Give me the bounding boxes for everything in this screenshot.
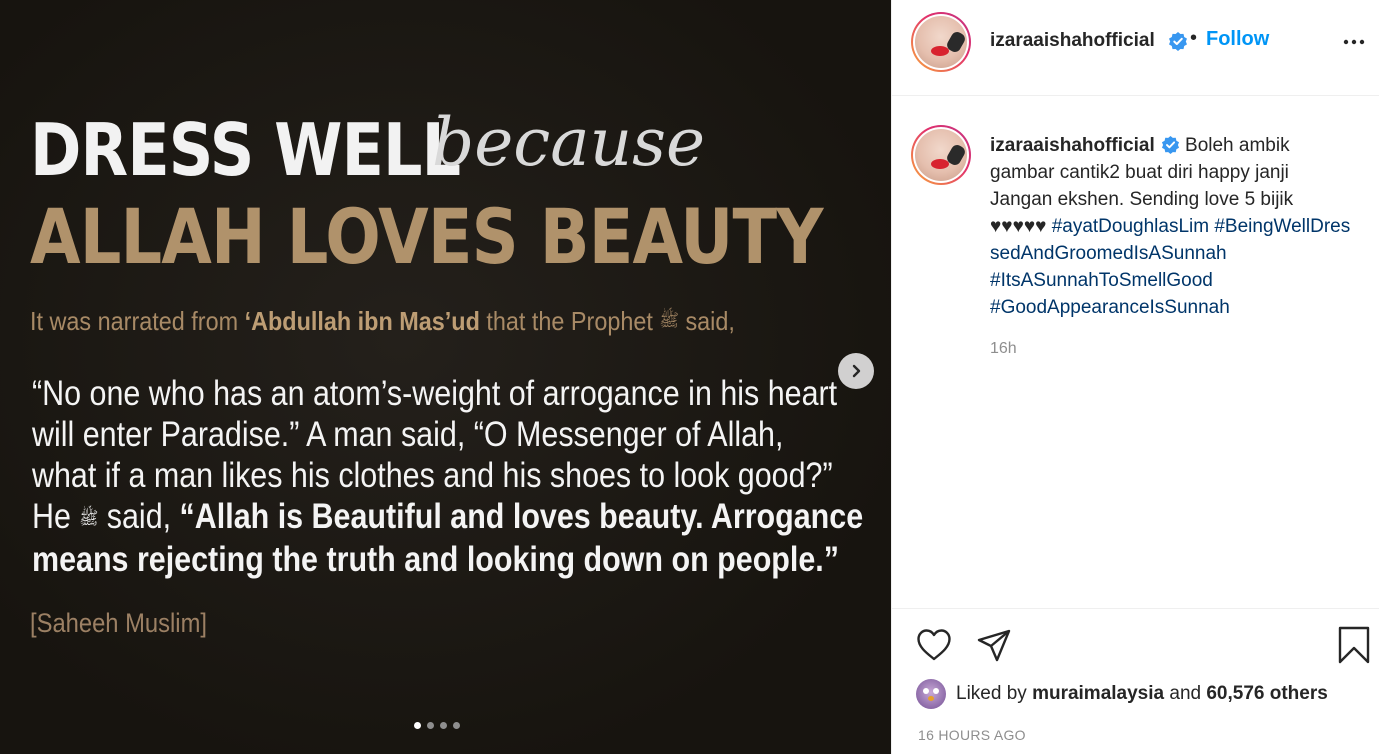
likes-and: and — [1169, 683, 1202, 704]
carousel-dot — [427, 722, 434, 729]
carousel-dot — [414, 722, 421, 729]
post-actions: Liked by muraimalaysia and 60,576 others… — [892, 608, 1379, 754]
liker-avatar[interactable] — [916, 679, 946, 709]
caption-timestamp[interactable]: 16h — [990, 340, 1017, 358]
caption-avatar[interactable] — [911, 125, 971, 185]
narration-pre: It was narrated from — [30, 306, 245, 336]
likes-prefix: Liked by — [956, 683, 1027, 704]
carousel-dot — [453, 722, 460, 729]
header-username[interactable]: izaraaishahofficial — [990, 30, 1155, 52]
quote-line-4: He ﷺ said, “Allah is Beautiful and loves… — [32, 496, 863, 539]
caption-username[interactable]: izaraaishahofficial — [990, 135, 1155, 156]
heart-icon[interactable] — [916, 628, 952, 662]
quote-line-2: will enter Paradise.” A man said, “O Mes… — [32, 415, 784, 454]
verified-badge-icon — [1169, 32, 1187, 51]
hashtag-link[interactable]: #ayatDoughlasLim — [1052, 216, 1209, 237]
narration-name: ‘Abdullah ibn Mas’ud — [244, 306, 480, 336]
quote-line-3: what if a man likes his clothes and his … — [32, 456, 833, 495]
salawat-glyph: ﷺ — [659, 310, 679, 330]
slide-heading-sub: ALLAH LOVES BEAUTY — [30, 192, 824, 281]
likes-summary: Liked by muraimalaysia and 60,576 others — [916, 679, 1328, 709]
carousel-dot — [440, 722, 447, 729]
slide-heading-main: DRESS WELL — [30, 108, 461, 192]
header-avatar[interactable] — [911, 12, 971, 72]
carousel-indicator — [414, 722, 460, 729]
quote-line-4-bold: “Allah is Beautiful and loves beauty. Ar… — [179, 497, 864, 536]
slide-narration: It was narrated from ‘Abdullah ibn Mas’u… — [30, 306, 735, 337]
hashtag-link[interactable]: #GoodAppearanceIsSunnah — [990, 297, 1230, 318]
quote-line-5-bold: means rejecting the truth and looking do… — [32, 540, 839, 579]
next-slide-button[interactable] — [838, 353, 874, 389]
verified-badge-icon — [1161, 135, 1179, 154]
narration-post-b: said, — [678, 306, 735, 336]
next-arrow-icon — [852, 364, 861, 378]
header-separator: • — [1190, 27, 1198, 49]
follow-button[interactable]: Follow — [1206, 28, 1269, 51]
post: DRESS WELL because ALLAH LOVES BEAUTY It… — [0, 0, 1379, 754]
avatar-image — [915, 129, 967, 181]
post-header: izaraaishahofficial • Follow — [892, 0, 1379, 96]
post-media: DRESS WELL because ALLAH LOVES BEAUTY It… — [0, 0, 891, 754]
quote-line-5: means rejecting the truth and looking do… — [32, 539, 839, 580]
likes-others[interactable]: 60,576 others — [1206, 683, 1327, 705]
quote-line-1: “No one who has an atom’s-weight of arro… — [32, 374, 838, 413]
bookmark-icon[interactable] — [1338, 626, 1370, 664]
slide-source: [Saheeh Muslim] — [30, 608, 207, 638]
slide-heading-script: because — [432, 104, 706, 181]
post-side-panel: izaraaishahofficial • Follow izaraaishah… — [891, 0, 1379, 754]
salawat-glyph-2: ﷺ — [79, 508, 99, 528]
post-caption: izaraaishahofficial Boleh ambik gambar c… — [990, 132, 1352, 321]
slide-image: DRESS WELL because ALLAH LOVES BEAUTY It… — [0, 0, 891, 754]
quote-line-4-mid: said, — [98, 497, 180, 536]
more-options-icon[interactable] — [1342, 30, 1366, 54]
avatar-image — [915, 16, 967, 68]
likes-user[interactable]: muraimalaysia — [1032, 683, 1164, 705]
post-date[interactable]: 16 HOURS AGO — [918, 727, 1026, 743]
hashtag-link[interactable]: #ItsASunnahToSmellGood — [990, 270, 1213, 291]
narration-post-a: that the Prophet — [479, 306, 660, 336]
share-icon[interactable] — [976, 628, 1012, 664]
slide-quote: “No one who has an atom’s-weight of arro… — [32, 373, 863, 580]
quote-line-4-pre: He — [32, 497, 80, 536]
